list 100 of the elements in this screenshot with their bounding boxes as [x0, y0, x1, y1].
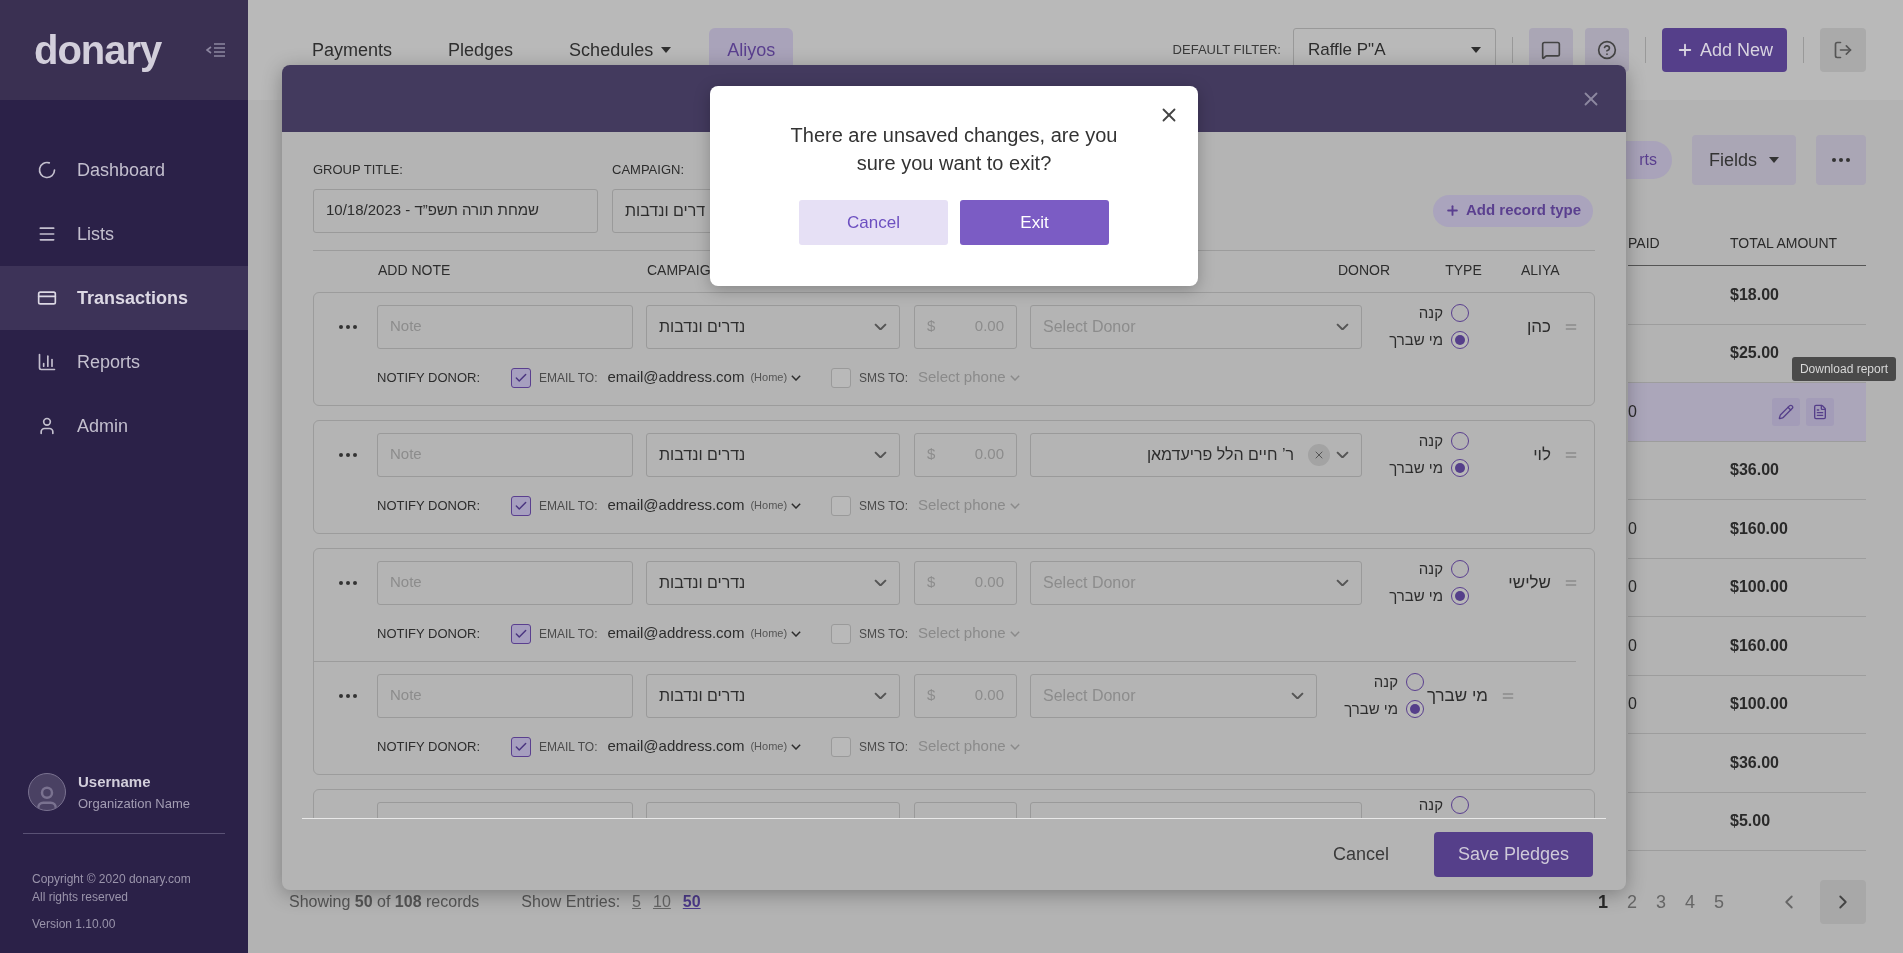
checkbox[interactable] — [831, 736, 852, 757]
chevron-icon — [791, 630, 802, 637]
table-row[interactable]: 0 $100.00 — [1628, 675, 1866, 734]
radio-button[interactable] — [1451, 560, 1469, 579]
add-record-type-button[interactable]: Add record type — [1432, 194, 1593, 227]
chevron-icon — [874, 450, 887, 459]
table-row[interactable]: $5.00 — [1628, 792, 1866, 851]
radio-label: מי שברך — [1389, 585, 1443, 606]
email-label: EMAIL TO: — [539, 738, 598, 756]
radio-button[interactable] — [1451, 432, 1469, 451]
table-row[interactable]: 0 $160.00 — [1628, 500, 1866, 559]
table-row[interactable]: 0 $100.00 — [1628, 558, 1866, 617]
table-row[interactable]: $18.00 — [1628, 266, 1866, 325]
email-select[interactable]: email@address.com (Home) — [607, 622, 802, 645]
checkbox[interactable] — [511, 495, 531, 516]
table-row[interactable]: 0 $160.00 — [1628, 617, 1866, 676]
table-cell: 0 — [1628, 578, 1637, 596]
tab[interactable]: Pledges — [430, 28, 532, 72]
checkbox[interactable] — [831, 495, 852, 516]
email-select[interactable]: email@address.com (Home) — [607, 366, 802, 389]
radio-button[interactable] — [1451, 304, 1469, 323]
notify-label: NOTIFY DONOR: — [377, 737, 482, 756]
entries-link[interactable]: 50 — [682, 890, 701, 914]
notify-label: NOTIFY DONOR: — [377, 624, 482, 643]
nav-item[interactable]: Lists — [0, 202, 248, 266]
radio-button[interactable] — [1451, 586, 1469, 605]
checkbox[interactable] — [511, 367, 531, 388]
chevron-icon — [791, 502, 802, 509]
radio-button[interactable] — [1451, 330, 1469, 349]
caret-icon — [1769, 157, 1779, 163]
column-header: PAID — [1628, 234, 1661, 253]
fields-button[interactable]: Fields — [1692, 135, 1796, 185]
checkbox[interactable] — [831, 623, 852, 644]
cancel-button[interactable]: Cancel — [1332, 841, 1389, 868]
table-cell: 0 — [1628, 519, 1637, 537]
checkbox[interactable] — [511, 623, 531, 644]
nav-item[interactable]: Dashboard — [0, 138, 248, 202]
email-label: EMAIL TO: — [539, 497, 598, 515]
radio-button[interactable] — [1451, 458, 1469, 477]
nav-item[interactable]: Admin — [0, 394, 248, 458]
more-icon[interactable] — [339, 452, 357, 457]
column-header: ALIYA — [1521, 261, 1561, 280]
tab[interactable]: Schedules — [551, 28, 690, 72]
table-row[interactable]: $36.00 — [1628, 734, 1866, 793]
rights-text: All rights reserved — [32, 889, 130, 906]
table-cell-text: $100.00 — [1730, 694, 1788, 715]
sms-label: SMS TO: — [859, 497, 908, 515]
campaign-select[interactable]: נדרים ונדבות — [646, 432, 900, 477]
plus-icon — [1444, 203, 1460, 218]
chevron-icon — [1009, 630, 1020, 637]
nav-item[interactable]: Transactions — [0, 266, 248, 330]
collapse-icon[interactable] — [206, 42, 226, 58]
table-cell: 0 — [1628, 695, 1637, 713]
table-row[interactable]: $36.00 — [1628, 441, 1866, 500]
logout-icon — [1833, 40, 1853, 60]
radio-button[interactable] — [1451, 795, 1469, 814]
page-link[interactable]: 1 — [1598, 888, 1627, 916]
table-cell-text: $36.00 — [1730, 460, 1779, 481]
campaign-select[interactable]: נדרים ונדבות — [646, 673, 900, 718]
checkbox[interactable] — [511, 736, 531, 757]
radio-label: מי שברך — [1389, 329, 1443, 350]
add-new-button[interactable]: Add New — [1661, 28, 1787, 72]
table-cell-text: $5.00 — [1730, 811, 1771, 832]
tooltip: Download report — [1791, 357, 1896, 381]
table-cell-text: $36.00 — [1730, 752, 1779, 773]
sms-label: SMS TO: — [859, 738, 908, 756]
tab[interactable]: Payments — [294, 28, 411, 72]
radio-label: קנה — [1418, 794, 1443, 815]
radio-label: קנה — [1418, 303, 1443, 323]
chevron-icon — [791, 374, 802, 381]
more-icon[interactable] — [339, 324, 357, 329]
email-label: EMAIL TO: — [539, 625, 598, 643]
campaign-select[interactable]: נדרים ונדבות — [646, 560, 900, 605]
clear-icon[interactable] — [1308, 443, 1330, 466]
radio-button[interactable] — [1406, 673, 1424, 692]
radio-button[interactable] — [1406, 699, 1424, 718]
checkbox[interactable] — [831, 367, 852, 388]
confirm-message: There are unsaved changes, are you sure you want to exit? — [789, 123, 1119, 176]
chevron-icon — [1009, 743, 1020, 750]
document-icon — [1812, 403, 1828, 420]
cancel-button[interactable]: Cancel — [799, 200, 948, 245]
document-button[interactable] — [1806, 397, 1834, 426]
more-icon[interactable] — [339, 693, 357, 698]
table-cell-text: $100.00 — [1730, 577, 1788, 598]
email-select[interactable]: email@address.com (Home) — [607, 494, 802, 517]
aliya-label: שלישי — [1508, 571, 1551, 594]
chevron-icon — [1336, 322, 1349, 331]
radio-label: מי שברך — [1344, 698, 1398, 719]
save-pledges-button[interactable]: Save Pledges — [1433, 832, 1593, 877]
logout-button[interactable] — [1820, 28, 1866, 72]
chevron-icon — [791, 743, 802, 750]
notify-label: NOTIFY DONOR: — [377, 368, 482, 387]
group-title-field[interactable]: שמחת תורה תשפ”ד - 10/18/2023 — [313, 188, 598, 233]
edit-button[interactable] — [1772, 397, 1800, 426]
nav-item[interactable]: Reports — [0, 330, 248, 394]
donor-select[interactable]: ר’ חיים הלל פריעדמאן — [1030, 432, 1362, 477]
campaign-select[interactable]: נדרים ונדבות — [646, 304, 900, 349]
exit-button[interactable]: Exit — [960, 200, 1109, 245]
more-icon[interactable] — [339, 580, 357, 585]
email-select[interactable]: email@address.com (Home) — [607, 735, 802, 758]
